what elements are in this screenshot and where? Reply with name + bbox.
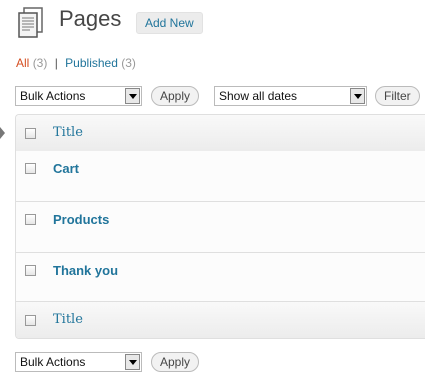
bulk-actions-select-bottom[interactable]: Bulk Actions xyxy=(15,352,142,372)
table-row: Cart xyxy=(16,151,425,202)
table-row: Thank you xyxy=(16,253,425,304)
row-checkbox[interactable] xyxy=(25,265,36,276)
title-column-footer[interactable]: Title xyxy=(53,312,83,327)
table-footer: Title xyxy=(16,301,425,338)
add-new-button[interactable]: Add New xyxy=(136,12,203,34)
dates-select[interactable]: Show all dates xyxy=(214,86,367,106)
status-filters: All (3) | Published (3) xyxy=(16,56,136,70)
pages-table: Title Cart Products Thank you Title xyxy=(15,114,425,339)
row-title-link[interactable]: Products xyxy=(53,212,109,227)
dates-value: Show all dates xyxy=(219,89,298,103)
page-title: Pages xyxy=(59,6,122,31)
filter-separator: | xyxy=(54,56,58,70)
dropdown-arrow-icon[interactable] xyxy=(125,354,140,370)
dropdown-arrow-icon[interactable] xyxy=(125,88,140,104)
bulk-actions-value: Bulk Actions xyxy=(20,355,86,369)
filter-button[interactable]: Filter xyxy=(375,86,420,106)
table-header: Title xyxy=(16,115,425,152)
bulk-actions-select-top[interactable]: Bulk Actions xyxy=(15,86,142,106)
menu-pointer-icon xyxy=(0,127,5,139)
title-column-header[interactable]: Title xyxy=(53,125,83,140)
table-row: Products xyxy=(16,202,425,253)
row-checkbox[interactable] xyxy=(25,163,36,174)
row-checkbox[interactable] xyxy=(25,214,36,225)
filter-published-count: (3) xyxy=(121,56,136,70)
select-all-checkbox-footer[interactable] xyxy=(25,315,36,326)
filter-all-count: (3) xyxy=(32,56,48,70)
dropdown-arrow-icon[interactable] xyxy=(350,88,365,104)
row-title-link[interactable]: Thank you xyxy=(53,263,118,278)
pages-icon xyxy=(18,7,43,38)
filter-all-link[interactable]: All xyxy=(16,56,29,70)
bulk-actions-value: Bulk Actions xyxy=(20,89,86,103)
apply-button-bottom[interactable]: Apply xyxy=(151,352,200,372)
row-title-link[interactable]: Cart xyxy=(53,161,79,176)
apply-button-top[interactable]: Apply xyxy=(151,86,200,106)
filter-published-link[interactable]: Published xyxy=(65,56,118,70)
select-all-checkbox[interactable] xyxy=(25,128,36,139)
